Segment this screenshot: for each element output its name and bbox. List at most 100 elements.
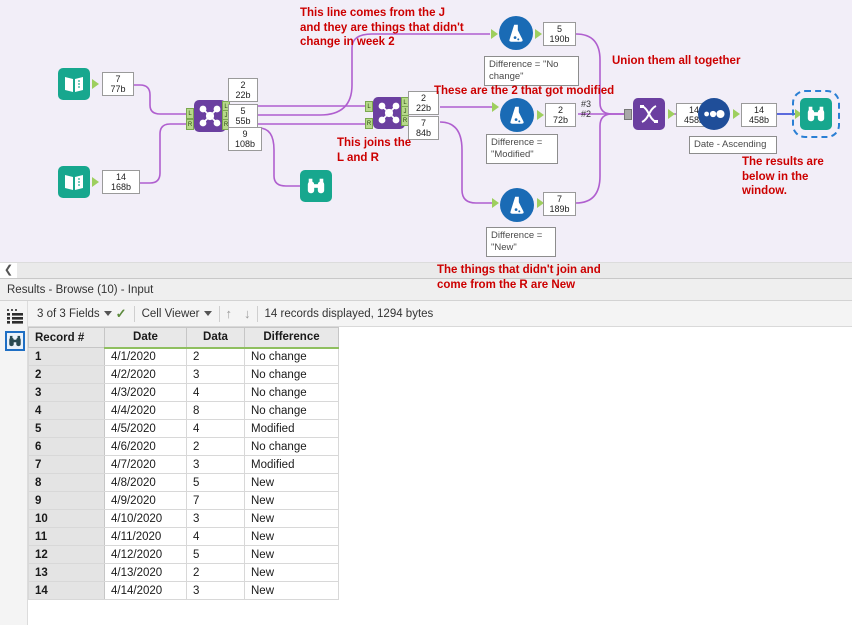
cell-date[interactable]: 4/6/2020 (104, 437, 187, 456)
cell-date[interactable]: 4/11/2020 (104, 527, 187, 546)
table-row[interactable]: 10 4/10/2020 3 New (28, 509, 339, 528)
sort-descending-icon[interactable]: ↓ (238, 306, 257, 321)
table-row[interactable]: 12 4/12/2020 5 New (28, 545, 339, 564)
formula-tool-modified[interactable] (500, 98, 534, 132)
formula-no-change-output-anchor[interactable] (535, 29, 542, 39)
cell-record[interactable]: 10 (28, 509, 105, 528)
cell-difference[interactable]: New (244, 491, 339, 510)
cell-date[interactable]: 4/14/2020 (104, 581, 187, 600)
cell-record[interactable]: 12 (28, 545, 105, 564)
union-input-anchor[interactable] (624, 109, 632, 120)
sort-tool[interactable] (698, 98, 730, 130)
viewer-selector[interactable]: Cell Viewer (135, 308, 219, 320)
cell-difference[interactable]: New (244, 545, 339, 564)
union-tool[interactable] (633, 98, 665, 130)
cell-record[interactable]: 5 (28, 419, 105, 438)
cell-date[interactable]: 4/10/2020 (104, 509, 187, 528)
scroll-left-arrow-icon[interactable]: ❮ (0, 262, 17, 279)
cell-difference[interactable]: No change (244, 365, 339, 384)
cell-difference[interactable]: No change (244, 401, 339, 420)
cell-data[interactable]: 3 (186, 509, 245, 528)
cell-date[interactable]: 4/1/2020 (104, 347, 187, 366)
formula-modified-output-anchor[interactable] (537, 110, 544, 120)
input-1-output-anchor[interactable] (92, 79, 99, 89)
cell-date[interactable]: 4/4/2020 (104, 401, 187, 420)
cell-data[interactable]: 3 (186, 581, 245, 600)
cell-date[interactable]: 4/2/2020 (104, 365, 187, 384)
cell-record[interactable]: 2 (28, 365, 105, 384)
cell-difference[interactable]: No change (244, 437, 339, 456)
table-row[interactable]: 8 4/8/2020 5 New (28, 473, 339, 492)
workflow-canvas[interactable]: 7 77b 14 168b L R L J R 2 22b 5 55b 9 10… (0, 0, 852, 262)
cell-data[interactable]: 7 (186, 491, 245, 510)
sort-output-anchor[interactable] (733, 109, 740, 119)
table-row[interactable]: 1 4/1/2020 2 No change (28, 347, 339, 366)
cell-date[interactable]: 4/12/2020 (104, 545, 187, 564)
cell-data[interactable]: 4 (186, 419, 245, 438)
cell-record[interactable]: 7 (28, 455, 105, 474)
table-row[interactable]: 9 4/9/2020 7 New (28, 491, 339, 510)
cell-record[interactable]: 8 (28, 473, 105, 492)
cell-record[interactable]: 11 (28, 527, 105, 546)
results-table[interactable]: Record # Date Data Difference 1 4/1/2020 2… (28, 327, 339, 600)
column-header-date[interactable]: Date (104, 327, 187, 349)
cell-record[interactable]: 13 (28, 563, 105, 582)
formula-new-input-anchor[interactable] (492, 198, 499, 208)
browse-tool-output[interactable] (792, 90, 840, 138)
cell-data[interactable]: 8 (186, 401, 245, 420)
column-header-difference[interactable]: Difference (244, 327, 339, 349)
cell-data[interactable]: 4 (186, 527, 245, 546)
table-row[interactable]: 14 4/14/2020 3 New (28, 581, 339, 600)
cell-data[interactable]: 3 (186, 455, 245, 474)
table-row[interactable]: 5 4/5/2020 4 Modified (28, 419, 339, 438)
cell-data[interactable]: 2 (186, 563, 245, 582)
column-header-data[interactable]: Data (186, 327, 245, 349)
formula-tool-new[interactable] (500, 188, 534, 222)
table-row[interactable]: 2 4/2/2020 3 No change (28, 365, 339, 384)
check-icon[interactable]: ✓ (116, 306, 127, 322)
browse-tool-middle[interactable] (300, 170, 332, 202)
column-header-record[interactable]: Record # (28, 327, 105, 348)
cell-difference[interactable]: New (244, 527, 339, 546)
cell-data[interactable]: 3 (186, 365, 245, 384)
cell-difference[interactable]: New (244, 473, 339, 492)
cell-data[interactable]: 5 (186, 545, 245, 564)
cell-data[interactable]: 2 (186, 347, 245, 366)
canvas-horizontal-scrollbar[interactable]: ❮ (0, 262, 852, 279)
table-row[interactable]: 4 4/4/2020 8 No change (28, 401, 339, 420)
cell-date[interactable]: 4/5/2020 (104, 419, 187, 438)
cell-record[interactable]: 14 (28, 581, 105, 600)
union-output-anchor[interactable] (668, 109, 675, 119)
browse-results-icon[interactable] (5, 331, 25, 351)
scroll-track[interactable] (17, 262, 852, 279)
cell-record[interactable]: 6 (28, 437, 105, 456)
fields-selector[interactable]: 3 of 3 Fields ✓ (30, 306, 134, 322)
cell-date[interactable]: 4/7/2020 (104, 455, 187, 474)
formula-modified-input-anchor[interactable] (492, 102, 499, 112)
input-data-tool-2[interactable] (58, 166, 90, 198)
table-row[interactable]: 3 4/3/2020 4 No change (28, 383, 339, 402)
cell-record[interactable]: 4 (28, 401, 105, 420)
input-2-output-anchor[interactable] (92, 177, 99, 187)
chevron-down-icon[interactable] (203, 311, 212, 316)
cell-data[interactable]: 5 (186, 473, 245, 492)
table-row[interactable]: 6 4/6/2020 2 No change (28, 437, 339, 456)
chevron-down-icon[interactable] (103, 311, 112, 316)
cell-data[interactable]: 2 (186, 437, 245, 456)
cell-date[interactable]: 4/3/2020 (104, 383, 187, 402)
join-2-input-L-anchor[interactable]: L (365, 101, 373, 112)
cell-difference[interactable]: Modified (244, 455, 339, 474)
table-row[interactable]: 11 4/11/2020 4 New (28, 527, 339, 546)
cell-record[interactable]: 3 (28, 383, 105, 402)
cell-difference[interactable]: Modified (244, 419, 339, 438)
table-row[interactable]: 7 4/7/2020 3 Modified (28, 455, 339, 474)
cell-data[interactable]: 4 (186, 383, 245, 402)
input-data-tool-1[interactable] (58, 68, 90, 100)
cell-record[interactable]: 1 (28, 347, 105, 366)
sort-ascending-icon[interactable]: ↑ (220, 306, 239, 321)
list-view-icon[interactable] (5, 307, 25, 327)
cell-difference[interactable]: No change (244, 383, 339, 402)
join-1-input-L-anchor[interactable]: L (186, 108, 194, 119)
table-row[interactable]: 13 4/13/2020 2 New (28, 563, 339, 582)
join-2-input-R-anchor[interactable]: R (365, 118, 373, 129)
